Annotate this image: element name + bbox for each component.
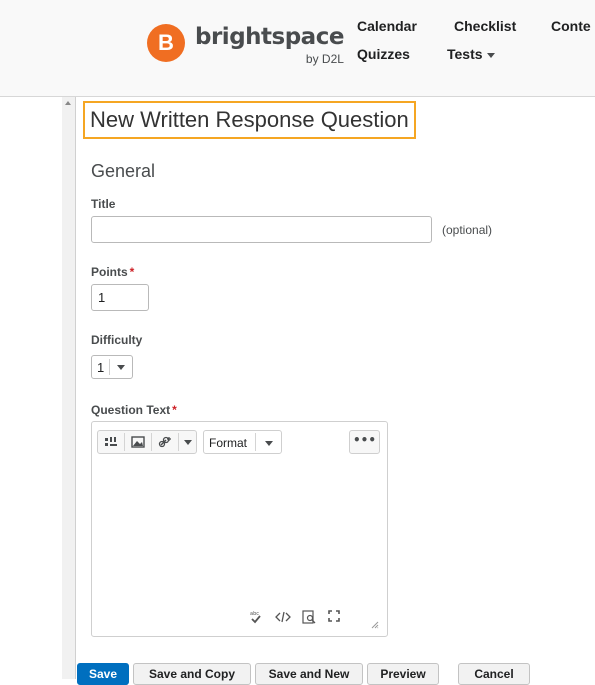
save-and-new-button[interactable]: Save and New: [255, 663, 363, 685]
logo-name: brightspace: [195, 24, 344, 50]
svg-text:abc: abc: [250, 611, 259, 617]
nav-content[interactable]: Conte: [551, 18, 591, 34]
main-content: New Written Response Question General Ti…: [76, 97, 595, 685]
chevron-down-icon: [117, 365, 125, 370]
difficulty-select[interactable]: 1: [91, 355, 133, 379]
preview-icon[interactable]: [302, 610, 316, 627]
spellcheck-icon[interactable]: abc: [250, 610, 262, 627]
save-and-copy-button[interactable]: Save and Copy: [133, 663, 251, 685]
page-title: New Written Response Question: [83, 101, 416, 139]
resize-handle-icon[interactable]: [371, 618, 379, 632]
section-heading: General: [91, 161, 156, 181]
preview-button[interactable]: Preview: [367, 663, 439, 685]
chevron-down-icon[interactable]: [178, 431, 197, 453]
chevron-down-icon: [486, 52, 495, 58]
title-label: Title: [91, 197, 116, 211]
save-button[interactable]: Save: [77, 663, 129, 685]
brightspace-logo[interactable]: B brightspace by D2L: [147, 24, 344, 66]
source-code-icon[interactable]: [275, 611, 291, 626]
nav-tests[interactable]: Tests: [447, 46, 495, 62]
required-mark: *: [172, 403, 177, 417]
format-dropdown[interactable]: Format: [203, 430, 282, 454]
required-mark: *: [129, 265, 135, 279]
scrollbar[interactable]: [62, 97, 76, 679]
difficulty-label: Difficulty: [91, 333, 143, 347]
insert-image-icon[interactable]: [125, 431, 151, 453]
difficulty-value: 1: [97, 360, 105, 375]
title-input[interactable]: [91, 216, 432, 243]
top-navbar: B brightspace by D2L Calendar Checklist …: [0, 0, 595, 97]
title-optional-hint: (optional): [442, 223, 493, 237]
logo-sub: by D2L: [305, 52, 344, 66]
nav-calendar[interactable]: Calendar: [357, 18, 417, 34]
points-label: Points *: [91, 265, 135, 279]
more-options-button[interactable]: •••: [349, 430, 380, 454]
question-text-editor[interactable]: Format ••• abc: [91, 421, 388, 637]
nav-quizzes[interactable]: Quizzes: [357, 46, 410, 62]
logo-badge: B: [147, 24, 185, 62]
nav-checklist[interactable]: Checklist: [454, 18, 516, 34]
fullscreen-icon[interactable]: [328, 610, 340, 625]
insert-stuff-icon[interactable]: [98, 431, 124, 453]
insert-link-icon[interactable]: [152, 431, 178, 453]
cancel-button[interactable]: Cancel: [458, 663, 530, 685]
nav-tests-label: Tests: [447, 46, 483, 62]
scroll-up-icon[interactable]: [65, 101, 71, 105]
question-text-label: Question Text *: [91, 403, 177, 417]
left-gutter: [0, 97, 62, 679]
chevron-down-icon: [265, 441, 273, 446]
insert-toolbar-group: [97, 430, 197, 454]
points-input[interactable]: [91, 284, 149, 311]
